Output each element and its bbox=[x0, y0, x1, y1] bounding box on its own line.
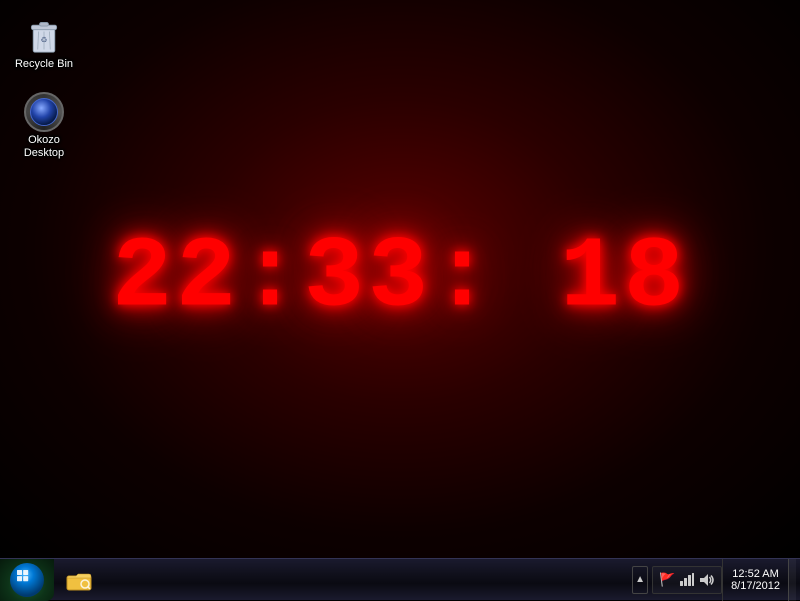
svg-text:♻: ♻ bbox=[40, 35, 47, 44]
system-tray: ▲ 🚩 12:52 AM bbox=[632, 559, 800, 601]
okozo-desktop-icon[interactable]: Okozo Desktop bbox=[9, 88, 79, 164]
clock-display: 22:33: 18 bbox=[112, 223, 688, 336]
taskbar-pinned-items bbox=[54, 559, 104, 601]
recycle-bin-icon[interactable]: ♻ Recycle Bin bbox=[9, 12, 79, 75]
volume-tray-icon[interactable] bbox=[699, 572, 715, 588]
recycle-bin-image: ♻ bbox=[24, 16, 64, 56]
system-clock[interactable]: 12:52 AM 8/17/2012 bbox=[722, 559, 788, 601]
network-tray-icon[interactable] bbox=[679, 572, 695, 588]
taskbar: ▲ 🚩 12:52 AM bbox=[0, 558, 800, 600]
desktop: ♻ Recycle Bin Okozo Desktop 22:33: 18 bbox=[0, 0, 800, 558]
okozo-desktop-label: Okozo Desktop bbox=[13, 134, 75, 160]
tray-expand-button[interactable]: ▲ bbox=[632, 566, 648, 594]
clock-time: 22:33: 18 bbox=[112, 223, 688, 336]
flag-tray-icon[interactable]: 🚩 bbox=[659, 572, 675, 588]
tray-date: 8/17/2012 bbox=[731, 580, 780, 592]
start-button[interactable] bbox=[0, 559, 54, 601]
recycle-bin-label: Recycle Bin bbox=[15, 58, 73, 71]
taskbar-explorer-pin[interactable] bbox=[58, 561, 100, 599]
tray-time: 12:52 AM bbox=[732, 568, 778, 580]
show-desktop-button[interactable] bbox=[788, 559, 796, 601]
tray-icons-group: 🚩 bbox=[652, 566, 722, 594]
okozo-desktop-image bbox=[24, 92, 64, 132]
expand-arrow-icon: ▲ bbox=[635, 574, 645, 585]
